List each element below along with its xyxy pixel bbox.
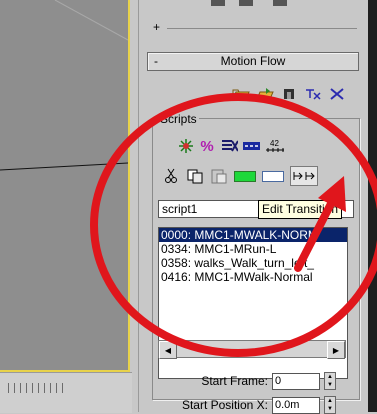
percent-icon[interactable]: % <box>198 138 216 154</box>
edit-toolbar <box>162 166 318 186</box>
start-position-x-label: Start Position X: <box>181 398 268 412</box>
motion-flow-icon[interactable] <box>304 86 322 102</box>
list-item[interactable]: 0334: MMC1-MRun-L <box>159 242 347 256</box>
viewport-grid <box>0 0 128 171</box>
list-item[interactable]: 0358: walks_Walk_turn_left_ <box>159 256 347 270</box>
script-name-value: script1 <box>162 202 198 216</box>
start-frame-label: Start Frame: <box>201 374 268 388</box>
load-file-icon[interactable] <box>232 86 250 102</box>
motion-flow-rollout-header[interactable]: - Motion Flow <box>147 52 359 71</box>
copy-icon[interactable] <box>186 168 204 184</box>
expand-icon[interactable]: + <box>153 20 160 34</box>
timeline[interactable] <box>0 372 132 413</box>
motion-flow-toolbar <box>232 86 346 102</box>
random-icon[interactable] <box>328 86 346 102</box>
list-item[interactable]: 0000: MMC1-MWALK-NORM <box>159 228 347 242</box>
start-frame-row: Start Frame: 0 ▲ ▼ <box>170 372 336 390</box>
tool-stub-icon <box>239 0 253 6</box>
save-file-icon[interactable] <box>256 86 274 102</box>
biped-icon[interactable] <box>280 86 298 102</box>
edit-transition-button[interactable] <box>290 166 318 186</box>
tool-stub-icon <box>211 0 225 6</box>
timeline-ticks <box>8 383 68 393</box>
create-transitions-icon[interactable] <box>176 138 194 154</box>
start-position-x-row: Start Position X: 0.0m ▲ ▼ <box>170 396 336 414</box>
viewport[interactable] <box>0 0 130 372</box>
cut-icon[interactable] <box>162 168 180 184</box>
scroll-right-icon[interactable]: ▶ <box>327 341 345 359</box>
start-frame-spinner[interactable]: ▲ ▼ <box>324 372 336 390</box>
separator <box>167 28 357 29</box>
start-position-x-input[interactable]: 0.0m <box>272 396 320 414</box>
scroll-left-icon[interactable]: ◀ <box>159 341 177 359</box>
list-item[interactable]: 0416: MMC1-MWalk-Normal <box>159 270 347 284</box>
start-frame-input[interactable]: 0 <box>272 372 320 390</box>
edit-transition-tooltip: Edit Transition <box>258 200 343 219</box>
scripts-group-label: Scripts <box>158 112 199 126</box>
counter-icon-label: 42 <box>270 139 279 148</box>
delete-icon[interactable] <box>220 138 238 154</box>
green-color-swatch[interactable] <box>234 170 256 182</box>
previous-rollout: + <box>147 0 359 40</box>
edit-transition-icon <box>293 172 315 180</box>
scripts-toolbar: % 42 <box>176 138 286 154</box>
white-color-swatch[interactable] <box>262 170 284 182</box>
horizontal-scrollbar[interactable]: ◀ ▶ <box>158 340 346 359</box>
counter-icon[interactable]: 42 <box>264 138 286 154</box>
rollout-title: Motion Flow <box>220 54 286 68</box>
tool-stub-icon <box>273 0 287 6</box>
start-position-x-spinner[interactable]: ▲ ▼ <box>324 396 336 414</box>
paste-icon[interactable] <box>210 168 228 184</box>
panel-scrollbar[interactable] <box>368 0 377 412</box>
list-icon[interactable] <box>242 138 260 154</box>
